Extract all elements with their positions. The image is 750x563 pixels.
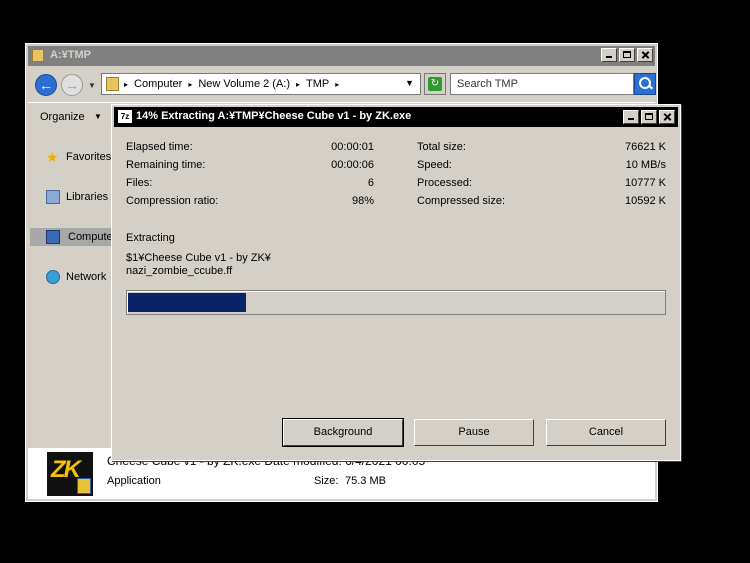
total-size-label: Total size:: [417, 141, 466, 153]
speed-label: Speed:: [417, 159, 452, 171]
close-button[interactable]: [659, 110, 675, 124]
star-icon: ★: [46, 149, 59, 165]
background-button[interactable]: Background: [282, 418, 404, 447]
dialog-title: 14% Extracting A:¥TMP¥Cheese Cube v1 - b…: [136, 110, 412, 122]
chevron-right-icon[interactable]: ▸: [124, 78, 128, 91]
dialog-window-controls: [623, 110, 675, 124]
search-icon[interactable]: [634, 73, 656, 95]
breadcrumb: ▸ Computer ▸ New Volume 2 (A:) ▸ TMP ▸: [124, 78, 339, 91]
back-button[interactable]: ←: [35, 74, 57, 96]
minimize-button[interactable]: [601, 48, 617, 62]
explorer-title: A:¥TMP: [50, 49, 91, 61]
navigation-pane: ★ Favorites Libraries Computer Network: [28, 132, 116, 444]
sidebar-item-computer[interactable]: Computer: [30, 228, 116, 246]
file-type: Application: [107, 475, 161, 487]
extract-progress-dialog: 7z 14% Extracting A:¥TMP¥Cheese Cube v1 …: [111, 104, 681, 461]
remaining-time-label: Remaining time:: [126, 159, 206, 171]
chevron-down-icon[interactable]: ▼: [405, 78, 414, 88]
speed-value: 10 MB/s: [625, 159, 666, 171]
current-file-name: nazi_zombie_ccube.ff: [126, 265, 233, 277]
progress-bar: [126, 290, 666, 315]
address-bar[interactable]: ▸ Computer ▸ New Volume 2 (A:) ▸ TMP ▸ ▼: [101, 73, 421, 95]
files-value: 6: [367, 177, 374, 189]
navigation-bar: ← → ▼ ▸ Computer ▸ New Volume 2 (A:) ▸ T…: [28, 68, 656, 100]
remaining-time-value: 00:00:06: [331, 159, 374, 171]
zk-logo-text: ZK: [51, 456, 81, 483]
file-size-value: 75.3 MB: [345, 475, 386, 487]
elapsed-time-value: 00:00:01: [331, 141, 374, 153]
sidebar-item-label: Computer: [68, 231, 117, 243]
files-label: Files:: [126, 177, 153, 189]
recent-pages-dropdown-icon[interactable]: ▼: [88, 81, 96, 90]
refresh-icon: ↻: [428, 77, 442, 91]
network-icon: [46, 270, 60, 284]
extracting-label: Extracting: [126, 232, 175, 244]
maximize-button[interactable]: [641, 110, 657, 124]
folder-icon: [32, 49, 44, 62]
libraries-icon: [46, 190, 60, 204]
chevron-right-icon[interactable]: ▸: [188, 78, 192, 91]
elapsed-time-label: Elapsed time:: [126, 141, 193, 153]
progress-bar-fill: [128, 293, 246, 312]
forward-button[interactable]: →: [61, 74, 83, 96]
explorer-window-controls: [601, 48, 653, 62]
total-size-value: 76621 K: [625, 141, 666, 153]
minimize-button[interactable]: [623, 110, 639, 124]
breadcrumb-tmp[interactable]: TMP: [306, 78, 329, 91]
explorer-titlebar[interactable]: A:¥TMP: [28, 46, 655, 66]
compression-ratio-label: Compression ratio:: [126, 195, 219, 207]
chevron-down-icon[interactable]: ▼: [94, 112, 102, 121]
organize-button[interactable]: Organize: [40, 111, 85, 123]
dialog-titlebar[interactable]: 7z 14% Extracting A:¥TMP¥Cheese Cube v1 …: [114, 107, 678, 127]
compression-ratio-value: 98%: [351, 195, 374, 207]
chevron-right-icon[interactable]: ▸: [335, 78, 339, 91]
breadcrumb-drive[interactable]: New Volume 2 (A:): [198, 78, 290, 91]
compressed-size-value: 10592 K: [625, 195, 666, 207]
chevron-right-icon[interactable]: ▸: [296, 78, 300, 91]
folder-icon: [106, 77, 119, 91]
sidebar-item-label: Libraries: [66, 191, 109, 203]
sidebar-item-label: Favorites: [66, 151, 112, 163]
processed-label: Processed:: [417, 177, 473, 189]
file-size-label: Size:: [314, 475, 339, 487]
cancel-button[interactable]: Cancel: [546, 419, 666, 446]
uac-shield-icon: [77, 478, 91, 494]
current-file-path: $1¥Cheese Cube v1 - by ZK¥: [126, 252, 271, 264]
application-icon: ZK: [47, 452, 93, 496]
compressed-size-label: Compressed size:: [417, 195, 506, 207]
search-placeholder: Search TMP: [457, 78, 518, 90]
processed-value: 10777 K: [625, 177, 666, 189]
refresh-button[interactable]: ↻: [424, 73, 446, 95]
close-button[interactable]: [637, 48, 653, 62]
7zip-icon: 7z: [118, 110, 132, 123]
sidebar-item-label: Network: [66, 271, 107, 283]
computer-icon: [46, 230, 60, 244]
search-input[interactable]: Search TMP: [450, 73, 634, 95]
breadcrumb-computer[interactable]: Computer: [134, 78, 182, 91]
pause-button[interactable]: Pause: [414, 419, 534, 446]
maximize-button[interactable]: [619, 48, 635, 62]
